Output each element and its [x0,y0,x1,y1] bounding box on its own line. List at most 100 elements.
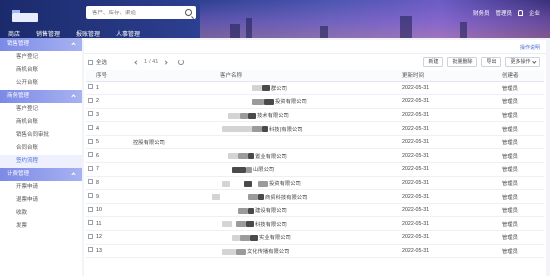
search-icon[interactable] [185,9,192,16]
customer-name[interactable]: 科技(有限公司 [269,127,303,133]
sidebar-item-opportunity-ledger-2[interactable]: 商机台账 [0,116,82,129]
customer-name[interactable]: 技术有限公司 [257,113,289,119]
table-row[interactable]: 5 控股有限公司 2022-05-31 管理员 [86,135,544,150]
app-logo[interactable] [12,13,38,22]
row-checkbox[interactable] [88,179,93,185]
sidebar-item-contract-approval[interactable]: 销售合同审批 [0,129,82,142]
customer-name[interactable]: 实业有限公司 [259,235,291,241]
row-checkbox[interactable] [88,152,93,158]
row-checkbox[interactable] [88,206,93,212]
row-checkbox[interactable] [88,138,93,144]
customer-name-cell[interactable]: 科技有限公司 [132,216,402,232]
sidebar-item-invoice-request[interactable]: 开票申请 [0,181,82,194]
chevron-right-icon[interactable] [163,59,168,65]
redaction-block [228,112,240,119]
table-row[interactable]: 13 文化传播有限公司 2022-05-31 管理员 [86,244,544,259]
column-header-creator[interactable]: 创建者 [502,70,544,82]
row-checkbox[interactable] [88,165,93,171]
chevron-left-icon[interactable] [134,59,139,65]
redaction-block [222,248,236,255]
tab-billing[interactable]: 报账管理 [68,30,108,38]
search-input[interactable] [92,9,182,16]
new-button[interactable]: 新建 [423,57,444,67]
row-number: 3 [96,108,132,123]
row-checkbox[interactable] [88,233,93,239]
sidebar-item-refund-request[interactable]: 退票申请 [0,194,82,207]
sidebar-group-sales[interactable]: 销售管理 [0,38,82,51]
table-row[interactable]: 12 实业有限公司 2022-05-31 管理员 [86,230,544,245]
customer-name[interactable]: 科技有限公司 [255,222,287,228]
table-row[interactable]: 10 建设有限公司 2022-05-31 管理员 [86,203,544,218]
customer-name-cell[interactable]: 投资有限公司 [132,94,402,109]
sidebar-item-opportunity-ledger[interactable]: 商机台账 [0,64,82,77]
sidebar-item-public-ledger[interactable]: 公开台账 [0,77,82,90]
table-row[interactable]: 6 置业有限公司 2022-05-31 管理员 [86,148,544,164]
customer-name-cell[interactable]: 实业有限公司 [132,230,402,245]
select-all-checkbox[interactable] [88,59,93,65]
customer-name[interactable]: 文化传播有限公司 [247,249,289,255]
sidebar-group-billing[interactable]: 计费管理 [0,168,82,181]
tab-shop[interactable]: 商店 [0,30,28,38]
sidebar-item-payment[interactable]: 收款 [0,207,82,220]
customer-name-cell[interactable]: 技术有限公司 [132,108,402,123]
column-header-name[interactable]: 客户名称 [132,70,402,82]
table-row[interactable]: 4 科技(有限公司 2022-05-31 管理员 [86,121,544,136]
sidebar-item-contract-ledger[interactable]: 合同台账 [0,142,82,155]
customer-name[interactable]: 投资有限公司 [275,99,307,105]
sidebar-item-invoice[interactable]: 发票 [0,220,82,233]
update-time: 2022-05-31 [402,94,502,109]
global-search[interactable] [86,6,196,19]
customer-name[interactable]: 山限公司 [253,167,274,173]
customer-name[interactable]: 投资有限公司 [269,181,301,187]
skyline-building [230,24,240,38]
customer-name[interactable]: 商贸科技有限公司 [265,195,307,201]
customer-name-cell[interactable]: 群公司 [132,81,402,96]
row-checkbox[interactable] [88,84,93,90]
table-row[interactable]: 2 投资有限公司 2022-05-31 管理员 [86,94,544,109]
user-name[interactable]: 财务员 [473,9,490,17]
row-checkbox[interactable] [88,193,93,199]
customer-name-cell[interactable]: 科技(有限公司 [132,121,402,136]
row-checkbox[interactable] [88,97,93,103]
customer-name[interactable]: 控股有限公司 [133,140,165,146]
sidebar-group-business[interactable]: 商务管理 [0,90,82,103]
table-row[interactable]: 11 科技有限公司 2022-05-31 管理员 [86,216,544,232]
column-header-time[interactable]: 更新时间 [402,70,502,82]
customer-name[interactable]: 置业有限公司 [255,154,287,160]
user-extra[interactable]: 企业 [529,9,540,17]
row-checkbox[interactable] [88,111,93,117]
row-checkbox[interactable] [88,247,93,253]
customer-name-cell[interactable]: 投资有限公司 [132,176,402,191]
customer-name-cell[interactable]: 文化传播有限公司 [132,244,402,259]
customer-name-cell[interactable]: 控股有限公司 [132,135,402,150]
customer-name-cell[interactable]: 山限公司 [132,162,402,177]
table-row[interactable]: 7 山限公司 2022-05-31 管理员 [86,162,544,177]
customer-name[interactable]: 建设有限公司 [255,208,287,214]
redaction-block [238,207,248,214]
row-checkbox-cell [86,230,96,245]
table-row[interactable]: 1 群公司 2022-05-31 管理员 [86,81,544,96]
customer-name-cell[interactable]: 置业有限公司 [132,148,402,164]
row-checkbox[interactable] [88,220,93,226]
customer-name[interactable]: 群公司 [271,86,287,92]
column-header-no[interactable]: 序号 [96,70,132,82]
bell-icon[interactable] [517,10,523,16]
table-row[interactable]: 3 技术有限公司 2022-05-31 管理员 [86,108,544,123]
row-checkbox[interactable] [88,125,93,131]
batch-delete-button[interactable]: 批量删除 [447,57,478,67]
table-row[interactable]: 8 投资有限公司 2022-05-31 管理员 [86,176,544,191]
more-actions-button[interactable]: 更多操作 [505,57,540,67]
help-link[interactable]: 操作说明 [520,44,540,51]
customer-name-cell[interactable]: 商贸科技有限公司 [132,189,402,204]
sidebar-item-customer-register-2[interactable]: 客户登记 [0,103,82,116]
user-role[interactable]: 管理员 [495,9,512,17]
sidebar-item-signing-process[interactable]: 签约流程 [0,155,82,168]
sidebar-item-customer-register[interactable]: 客户登记 [0,51,82,64]
page-current[interactable]: 1 [144,59,147,65]
tab-hr[interactable]: 人事管理 [108,30,148,38]
customer-name-cell[interactable]: 建设有限公司 [132,203,402,218]
tab-sales[interactable]: 销售管理 [28,30,68,38]
refresh-icon[interactable] [178,59,185,65]
export-button[interactable]: 导出 [481,57,502,67]
table-row[interactable]: 9 商贸科技有限公司 2022-05-31 管理员 [86,189,544,204]
